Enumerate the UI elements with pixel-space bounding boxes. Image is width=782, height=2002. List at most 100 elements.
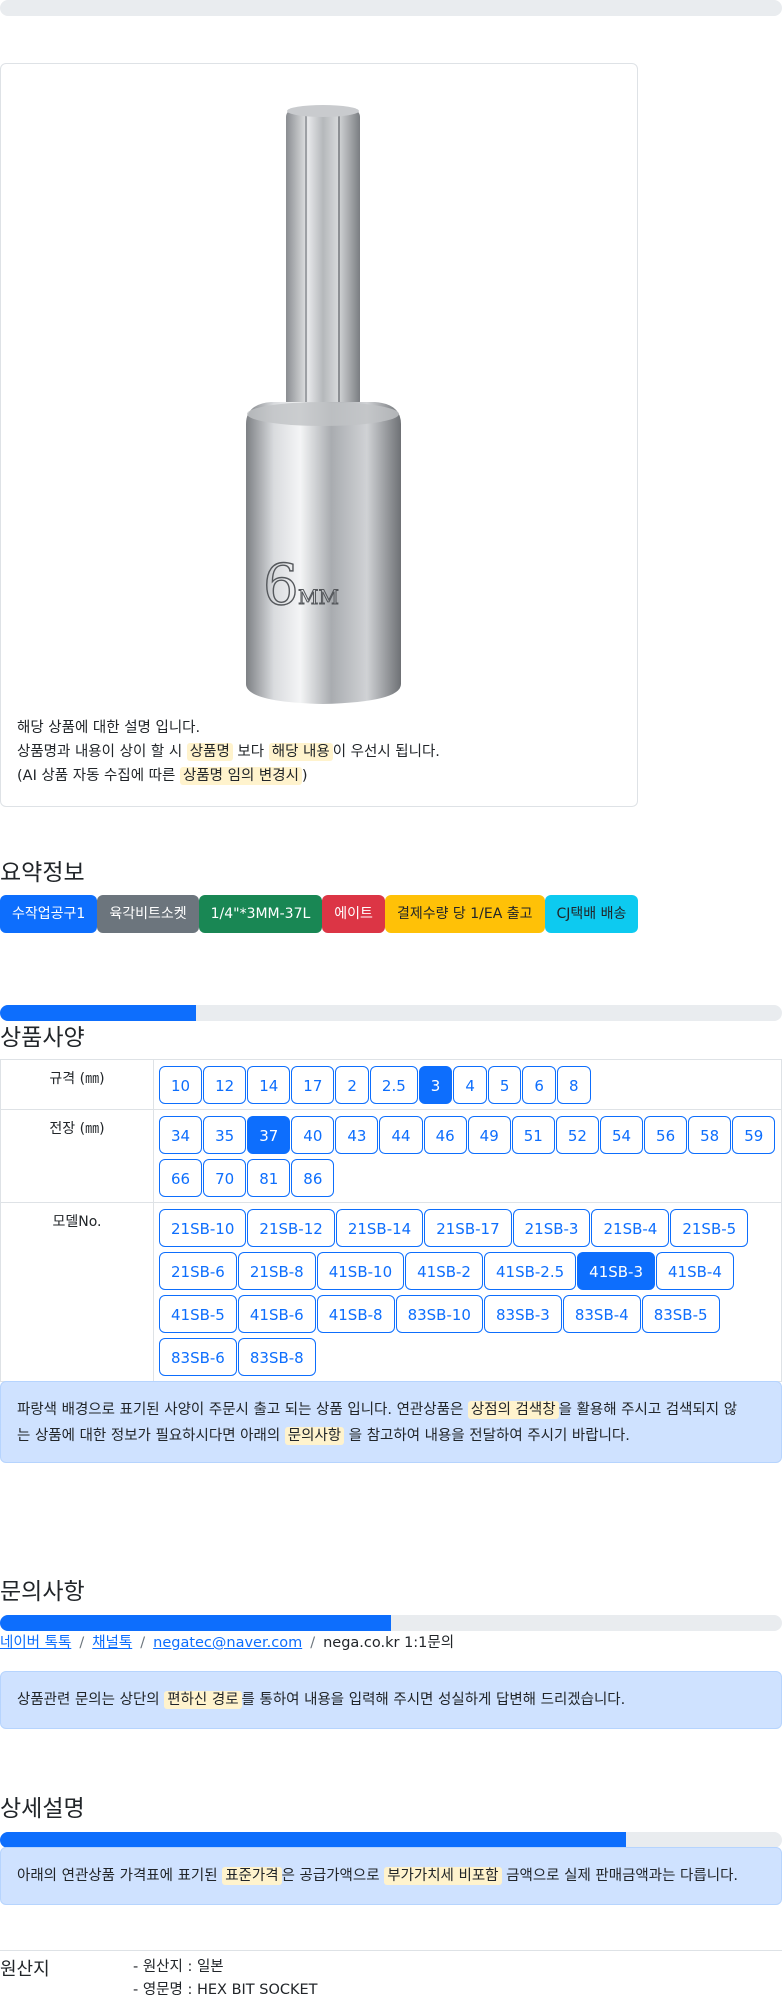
spec-option-button[interactable]: 44 <box>379 1116 423 1154</box>
spec-option-button[interactable]: 83SB-8 <box>237 1338 316 1376</box>
summary-badge: 육각비트소켓 <box>97 895 199 933</box>
spec-option-button[interactable]: 21SB-8 <box>237 1252 316 1290</box>
spec-option-button[interactable]: 70 <box>203 1159 247 1197</box>
spec-option-button[interactable]: 17 <box>291 1066 335 1104</box>
spec-notice: 파랑색 배경으로 표기된 사양이 주문시 출고 되는 상품 입니다. 연관상품은… <box>0 1381 782 1463</box>
inquiry-notice: 상품관련 문의는 상단의 편하신 경로 를 통하여 내용을 입력해 주시면 성실하… <box>0 1671 782 1729</box>
spec-option-button[interactable]: 14 <box>247 1066 291 1104</box>
summary-badge: 1/4"*3MM-37L <box>198 895 323 933</box>
spec-option-button[interactable]: 58 <box>688 1116 732 1154</box>
spec-option-button[interactable]: 21SB-12 <box>247 1209 335 1247</box>
naver-talk-link[interactable]: 네이버 톡톡 <box>0 1635 71 1651</box>
spec-option-button[interactable]: 41SB-2 <box>405 1252 483 1290</box>
spec-option-button[interactable]: 21SB-4 <box>591 1209 670 1247</box>
origin-list: - 원산지 : 일본 - 영문명 : HEX BIT SOCKET <box>133 1956 318 2002</box>
summary-badges: 수작업공구1 육각비트소켓 1/4"*3MM-37L 에이트 결제수량 당 1/EA 출… <box>0 895 639 933</box>
top-progress-bar <box>0 0 782 16</box>
spec-option-button[interactable]: 41SB-10 <box>316 1252 405 1290</box>
spec-option-button[interactable]: 21SB-17 <box>424 1209 512 1247</box>
highlight-standard-price: 표준가격 <box>222 1867 282 1885</box>
spec-option-button[interactable]: 86 <box>291 1159 335 1197</box>
spec-row-label: 규격 (㎜) <box>0 1059 154 1110</box>
svg-text:6: 6 <box>263 553 299 618</box>
spec-row-options: 10 12 14 17 2 2.5 3 4 5 6 8 <box>153 1059 782 1110</box>
spec-option-button[interactable]: 21SB-6 <box>159 1252 237 1290</box>
spec-option-button[interactable]: 8 <box>556 1066 591 1104</box>
desc-line-3: (AI 상품 자동 수집에 따른 상품명 임의 변경시) <box>17 767 308 785</box>
spec-option-button[interactable]: 21SB-3 <box>512 1209 591 1247</box>
spec-option-button[interactable]: 81 <box>247 1159 291 1197</box>
spec-option-button[interactable]: 66 <box>159 1159 203 1197</box>
spec-option-button[interactable]: 41SB-3 <box>577 1252 656 1290</box>
detail-progress <box>0 1832 782 1848</box>
desc-line-2: 상품명과 내용이 상이 할 시 상품명 보다 해당 내용 이 우선시 됩니다. <box>17 743 440 761</box>
spec-option-button[interactable]: 3 <box>418 1066 453 1104</box>
detail-title: 상세설명 <box>0 1796 85 1822</box>
origin-label: 원산지 <box>0 1959 50 1980</box>
detail-notice: 아래의 연관상품 가격표에 표기된 표준가격 은 공급가액으로 부가가치세 비포함… <box>0 1847 782 1905</box>
highlight-content: 해당 내용 <box>268 743 333 761</box>
spec-title: 상품사양 <box>0 1025 85 1051</box>
summary-title: 요약정보 <box>0 860 85 886</box>
spec-progress <box>0 1005 782 1021</box>
origin-item: - 영문명 : HEX BIT SOCKET <box>133 1982 318 1998</box>
highlight-route: 편하신 경로 <box>164 1691 242 1709</box>
summary-badge: 결제수량 당 1/EA 출고 <box>384 895 545 933</box>
highlight-product-name: 상품명 <box>186 743 233 761</box>
spec-option-button[interactable]: 35 <box>203 1116 247 1154</box>
spec-table: 규격 (㎜) 10 12 14 17 2 2.5 3 4 5 6 8 전장 (㎜) 34 35 37 40 43 4… <box>0 1059 782 1382</box>
desc-line-1: 해당 상품에 대한 설명 입니다. <box>17 720 201 736</box>
spec-row-options: 21SB-10 21SB-12 21SB-14 21SB-17 21SB-3 21SB-4… <box>153 1202 782 1382</box>
spec-option-button[interactable]: 21SB-5 <box>670 1209 749 1247</box>
spec-option-button[interactable]: 43 <box>335 1116 379 1154</box>
inquiry-contacts: 네이버 톡톡 / 채널톡 / negatec@naver.com / nega.co.kr … <box>0 1635 455 1651</box>
qa-text: nega.co.kr 1:1문의 <box>323 1635 455 1651</box>
spec-option-button[interactable]: 83SB-3 <box>483 1295 562 1333</box>
spec-option-button[interactable]: 56 <box>644 1116 688 1154</box>
detail-progress-fill <box>0 1832 626 1848</box>
spec-option-button[interactable]: 41SB-4 <box>656 1252 734 1290</box>
inquiry-title: 문의사항 <box>0 1579 85 1605</box>
spec-option-button[interactable]: 40 <box>291 1116 335 1154</box>
spec-option-button[interactable]: 83SB-5 <box>641 1295 720 1333</box>
spec-option-button[interactable]: 59 <box>732 1116 776 1154</box>
spec-option-button[interactable]: 83SB-4 <box>562 1295 641 1333</box>
spec-option-button[interactable]: 83SB-10 <box>395 1295 483 1333</box>
channel-talk-link[interactable]: 채널톡 <box>92 1635 132 1651</box>
spec-option-button[interactable]: 41SB-6 <box>237 1295 316 1333</box>
spec-option-button[interactable]: 41SB-2.5 <box>483 1252 577 1290</box>
spec-option-button[interactable]: 2 <box>335 1066 369 1104</box>
spec-row: 규격 (㎜) 10 12 14 17 2 2.5 3 4 5 6 8 <box>0 1059 782 1110</box>
spec-option-button[interactable]: 51 <box>511 1116 555 1154</box>
spec-option-button[interactable]: 34 <box>159 1116 203 1154</box>
spec-row-label: 모델No. <box>0 1202 154 1382</box>
spec-option-button[interactable]: 6 <box>522 1066 556 1104</box>
highlight-search: 상점의 검색창 <box>467 1401 559 1419</box>
spec-option-button[interactable]: 10 <box>159 1066 203 1104</box>
email-link[interactable]: negatec@naver.com <box>153 1635 302 1651</box>
spec-option-button[interactable]: 52 <box>555 1116 599 1154</box>
spec-option-button[interactable]: 41SB-8 <box>316 1295 395 1333</box>
origin-item: - 원산지 : 일본 <box>133 1959 224 1975</box>
product-description-card: 6 MM 해당 상품에 대한 설명 입니다. 상품명과 내용이 상이 할 시 상… <box>0 63 638 807</box>
spec-option-button[interactable]: 37 <box>247 1116 291 1154</box>
spec-option-button[interactable]: 49 <box>467 1116 511 1154</box>
spec-option-button[interactable]: 4 <box>453 1066 487 1104</box>
summary-badge: 수작업공구1 <box>0 895 98 933</box>
spec-option-button[interactable]: 21SB-10 <box>159 1209 247 1247</box>
inquiry-progress <box>0 1615 782 1631</box>
spec-option-button[interactable]: 5 <box>487 1066 522 1104</box>
highlight-name-change: 상품명 임의 변경시 <box>179 767 302 785</box>
summary-badge: CJ택배 배송 <box>544 895 639 933</box>
spec-option-button[interactable]: 12 <box>203 1066 247 1104</box>
spec-option-button[interactable]: 21SB-14 <box>335 1209 424 1247</box>
spec-option-button[interactable]: 54 <box>599 1116 644 1154</box>
spec-option-button[interactable]: 83SB-6 <box>159 1338 237 1376</box>
spec-row-label: 전장 (㎜) <box>0 1109 154 1203</box>
spec-option-button[interactable]: 41SB-5 <box>159 1295 237 1333</box>
spec-row-options: 34 35 37 40 43 44 46 49 51 52 54 56 58 59 66 70 81 86 <box>153 1109 782 1203</box>
origin-divider <box>0 1950 782 1951</box>
spec-option-button[interactable]: 46 <box>423 1116 467 1154</box>
inquiry-progress-fill <box>0 1615 391 1631</box>
spec-option-button[interactable]: 2.5 <box>369 1066 418 1104</box>
